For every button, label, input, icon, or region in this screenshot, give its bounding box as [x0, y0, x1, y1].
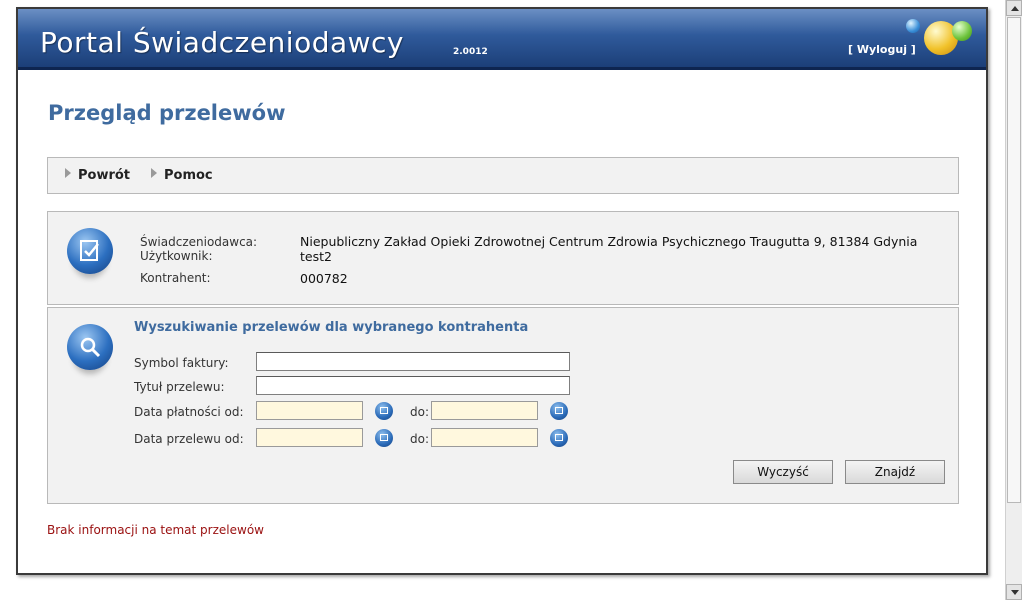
user-label: Użytkownik:: [140, 249, 213, 263]
search-heading: Wyszukiwanie przelewów dla wybranego kon…: [134, 320, 529, 335]
invoice-symbol-label: Symbol faktury:: [134, 356, 229, 370]
logo-ball-blue: [906, 19, 920, 33]
triangle-right-icon: [65, 168, 71, 178]
scroll-thumb[interactable]: [1007, 17, 1021, 503]
page-title: Przegląd przelewów: [48, 101, 286, 125]
checklist-icon: [67, 228, 113, 274]
clear-button[interactable]: Wyczyść: [733, 460, 833, 484]
calendar-icon[interactable]: [550, 402, 568, 420]
help-link[interactable]: Pomoc: [151, 168, 213, 183]
portal-window: Portal Świadczeniodawcy 2.0012 [ Wyloguj…: [16, 7, 988, 575]
triangle-right-icon: [151, 168, 157, 178]
nav-bar: Powrót Pomoc: [47, 157, 959, 194]
payment-date-to-label: do:: [410, 405, 430, 419]
help-link-label: Pomoc: [164, 168, 213, 183]
calendar-icon[interactable]: [550, 429, 568, 447]
provider-label: Świadczeniodawca:: [140, 235, 258, 249]
scroll-down-arrow-icon[interactable]: [1006, 584, 1022, 600]
back-link-label: Powrót: [78, 168, 131, 183]
app-title: Portal Świadczeniodawcy: [40, 26, 405, 59]
transfer-date-from-input[interactable]: [256, 428, 363, 447]
header-banner: Portal Świadczeniodawcy 2.0012 [ Wyloguj…: [18, 9, 986, 70]
transfer-title-input[interactable]: [256, 376, 570, 395]
app-version: 2.0012: [453, 47, 488, 57]
find-button[interactable]: Znajdź: [845, 460, 945, 484]
transfer-date-label: Data przelewu od:: [134, 432, 244, 446]
back-link[interactable]: Powrót: [65, 168, 130, 183]
calendar-icon[interactable]: [375, 429, 393, 447]
scrollbar[interactable]: [1005, 0, 1022, 600]
magnifier-icon: [67, 324, 113, 370]
contractor-value: 000782: [300, 271, 348, 286]
info-panel: Świadczeniodawca: Niepubliczny Zakład Op…: [47, 211, 959, 305]
contractor-label: Kontrahent:: [140, 271, 211, 285]
payment-date-from-input[interactable]: [256, 401, 363, 420]
transfer-title-label: Tytuł przelewu:: [134, 380, 225, 394]
transfer-date-to-input[interactable]: [431, 428, 538, 447]
logout-link[interactable]: [ Wyloguj ]: [848, 43, 916, 56]
search-panel: Wyszukiwanie przelewów dla wybranego kon…: [47, 307, 959, 504]
payment-date-label: Data płatności od:: [134, 405, 244, 419]
no-results-message: Brak informacji na temat przelewów: [47, 523, 264, 537]
user-value: test2: [300, 249, 332, 264]
calendar-icon[interactable]: [375, 402, 393, 420]
payment-date-to-input[interactable]: [431, 401, 538, 420]
invoice-symbol-input[interactable]: [256, 352, 570, 371]
provider-value: Niepubliczny Zakład Opieki Zdrowotnej Ce…: [300, 234, 918, 249]
transfer-date-to-label: do:: [410, 432, 430, 446]
scroll-up-arrow-icon[interactable]: [1006, 0, 1022, 16]
logo-ball-green: [952, 21, 972, 41]
